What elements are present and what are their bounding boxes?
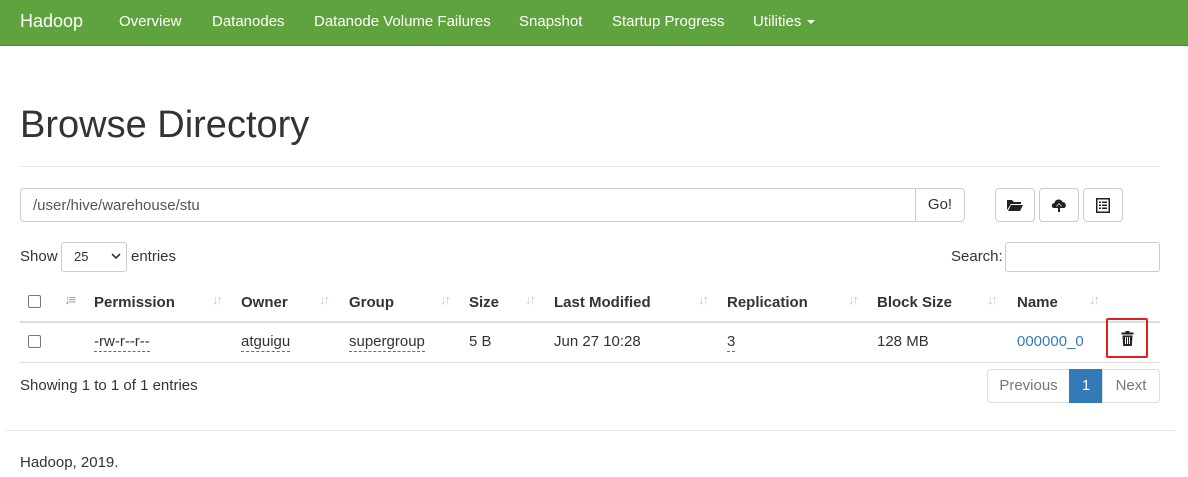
upload-files-button[interactable] xyxy=(1039,188,1079,222)
search-label: Search: xyxy=(951,248,1003,265)
select-all-checkbox[interactable] xyxy=(28,295,41,308)
delete-button[interactable] xyxy=(1106,318,1148,358)
search-input[interactable] xyxy=(1005,242,1160,272)
create-directory-button[interactable] xyxy=(995,188,1035,222)
sort-icon[interactable]: ↓≡ xyxy=(64,292,76,307)
nav-datanodes[interactable]: Datanodes xyxy=(212,13,285,30)
cloud-upload-icon xyxy=(1051,199,1066,212)
column-header-last-modified[interactable]: Last Modified xyxy=(554,294,651,311)
column-header-replication[interactable]: Replication xyxy=(727,294,808,311)
owner-value[interactable]: atguigu xyxy=(241,333,291,352)
sort-icon[interactable]: ↓↑ xyxy=(319,292,330,307)
entries-label: entries xyxy=(131,248,177,265)
sort-icon[interactable]: ↓↑ xyxy=(440,292,451,307)
block-size-value: 128 MB xyxy=(877,333,929,350)
nav-datanode-volume-failures[interactable]: Datanode Volume Failures xyxy=(314,13,491,30)
page-1-button[interactable]: 1 xyxy=(1069,369,1103,403)
sort-icon[interactable]: ↓↑ xyxy=(525,292,536,307)
cut-paste-button[interactable] xyxy=(1083,188,1123,222)
column-header-permission[interactable]: Permission xyxy=(94,294,175,311)
column-header-name[interactable]: Name xyxy=(1017,294,1058,311)
go-button[interactable]: Go! xyxy=(915,188,965,222)
directory-path-input[interactable] xyxy=(20,188,916,222)
chevron-down-icon xyxy=(111,253,121,260)
nav-startup-progress[interactable]: Startup Progress xyxy=(612,13,725,30)
next-page-button[interactable]: Next xyxy=(1102,369,1160,403)
brand-link[interactable]: Hadoop xyxy=(20,11,83,32)
column-header-owner[interactable]: Owner xyxy=(241,294,288,311)
nav-utilities-dropdown[interactable]: Utilities xyxy=(753,13,816,30)
table-info: Showing 1 to 1 of 1 entries xyxy=(20,377,198,394)
table-header-border xyxy=(20,321,1160,323)
caret-down-icon xyxy=(807,20,816,25)
column-header-group[interactable]: Group xyxy=(349,294,394,311)
size-value: 5 B xyxy=(469,333,492,350)
permission-value[interactable]: -rw-r--r-- xyxy=(94,333,150,352)
sort-icon[interactable]: ↓↑ xyxy=(212,292,223,307)
sort-icon[interactable]: ↓↑ xyxy=(848,292,859,307)
nav-snapshot[interactable]: Snapshot xyxy=(519,13,582,30)
sort-icon[interactable]: ↓↑ xyxy=(1089,292,1100,307)
previous-page-button[interactable]: Previous xyxy=(987,369,1070,403)
nav-overview[interactable]: Overview xyxy=(119,13,182,30)
row-select-checkbox[interactable] xyxy=(28,335,41,348)
sort-icon[interactable]: ↓↑ xyxy=(987,292,998,307)
replication-value[interactable]: 3 xyxy=(727,333,736,352)
entries-select-value: 25 xyxy=(74,249,89,264)
page-title: Browse Directory xyxy=(20,104,310,146)
footer-divider xyxy=(5,430,1175,431)
table-row-border xyxy=(20,362,1160,363)
footer-text: Hadoop, 2019. xyxy=(20,454,119,471)
show-label: Show xyxy=(20,248,58,265)
column-header-size[interactable]: Size xyxy=(469,294,499,311)
sort-icon[interactable]: ↓↑ xyxy=(698,292,709,307)
divider xyxy=(20,166,1160,167)
group-value[interactable]: supergroup xyxy=(349,333,425,352)
navbar: Hadoop Overview Datanodes Datanode Volum… xyxy=(0,0,1188,46)
folder-open-icon xyxy=(1007,200,1023,211)
file-name-link[interactable]: 000000_0 xyxy=(1017,333,1084,350)
column-header-block-size[interactable]: Block Size xyxy=(877,294,952,311)
trash-icon xyxy=(1121,330,1133,346)
last-modified-value: Jun 27 10:28 xyxy=(554,333,641,350)
nav-utilities-label: Utilities xyxy=(753,13,802,30)
list-alt-icon xyxy=(1096,197,1110,213)
entries-per-page-select[interactable]: 25 xyxy=(61,242,127,272)
